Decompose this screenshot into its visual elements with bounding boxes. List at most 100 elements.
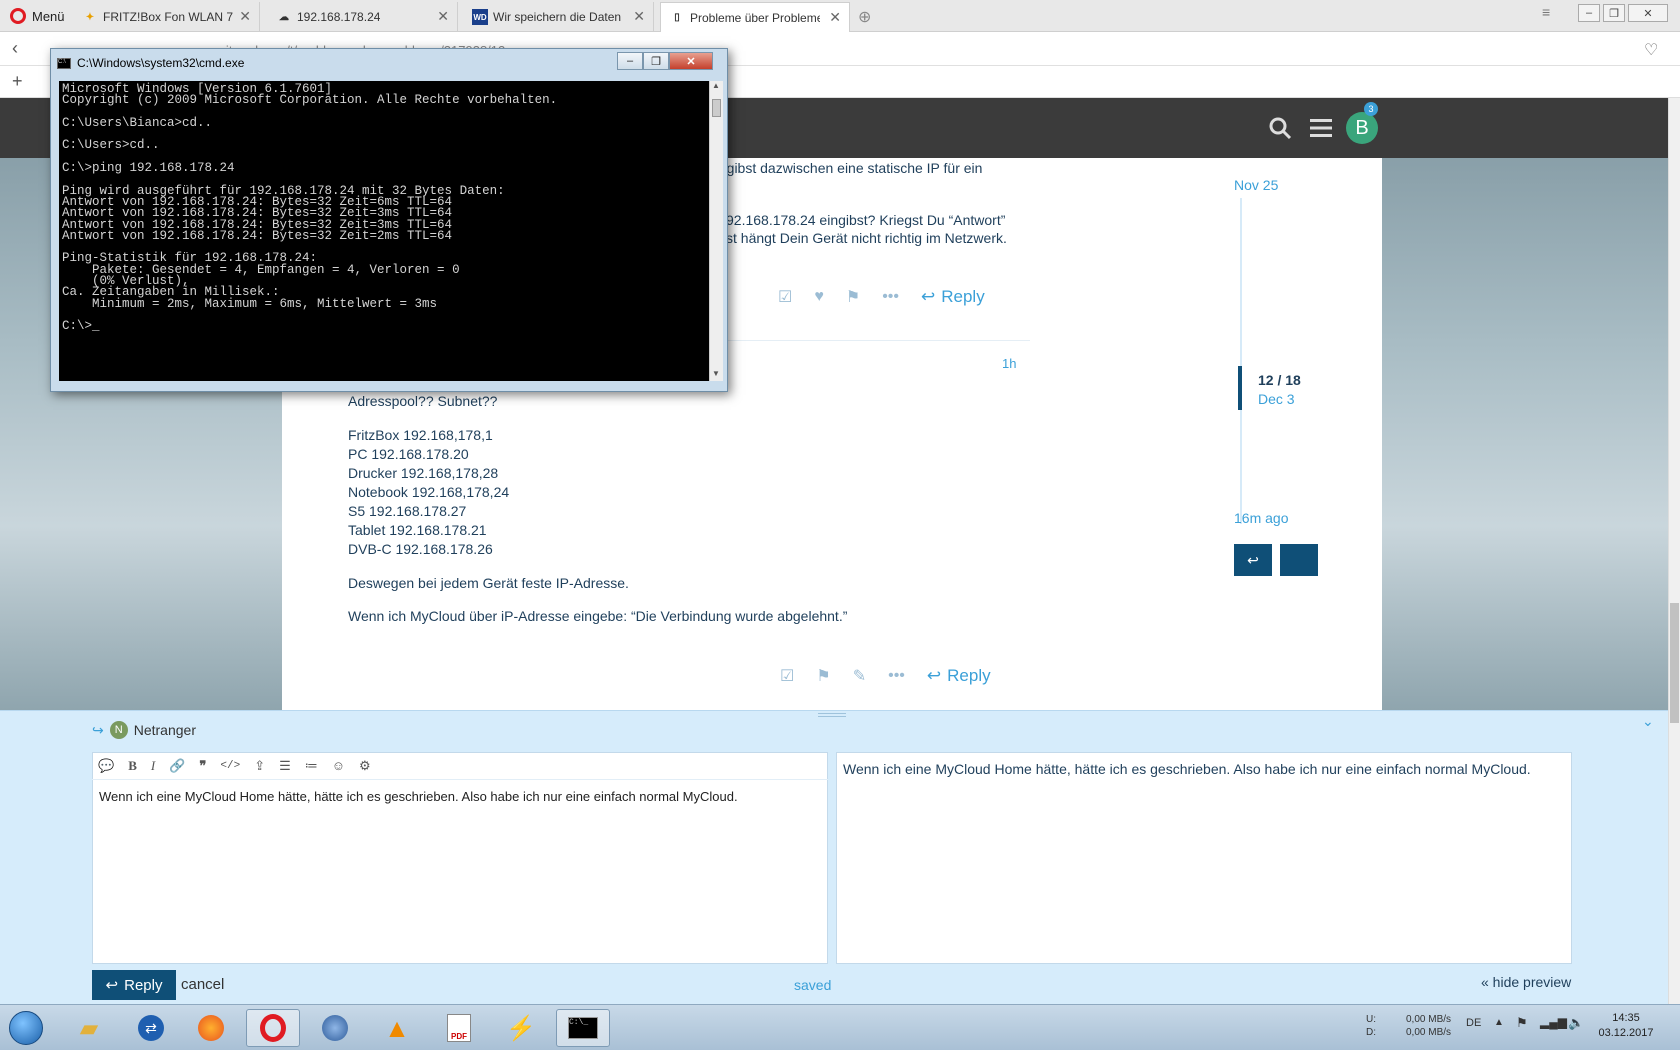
tab-probleme[interactable]: ▯ Probleme über Probleme - ✕: [660, 2, 850, 32]
network-signal-icon[interactable]: ▂▄▆: [1540, 1015, 1567, 1029]
new-tab-icon[interactable]: ⊕: [858, 7, 871, 27]
hide-preview-link[interactable]: « hide preview: [1481, 974, 1571, 990]
cmd-icon: C:\_: [568, 1017, 598, 1039]
link-icon[interactable]: 🔗: [169, 758, 185, 774]
post1-reply-button[interactable]: ↩ Reply: [921, 287, 985, 307]
taskbar-explorer[interactable]: ▰: [62, 1009, 116, 1047]
cmd-window[interactable]: C:\ C:\Windows\system32\cmd.exe – ❐ ✕ Mi…: [50, 48, 728, 392]
solution-icon[interactable]: ☑: [780, 666, 794, 686]
more-icon[interactable]: •••: [888, 667, 905, 685]
cmd-scrollbar[interactable]: ▲ ▼: [709, 81, 723, 381]
bold-icon[interactable]: B: [128, 758, 137, 774]
timeline-reply-button[interactable]: ↩: [1234, 544, 1272, 576]
cmd-maximize-button[interactable]: ❐: [643, 52, 669, 70]
tray-expand-icon[interactable]: ▲: [1494, 1017, 1504, 1028]
device-item: FritzBox 192.168,178,1: [348, 427, 493, 443]
save-status: saved: [794, 977, 832, 993]
flag-icon[interactable]: ⚑: [816, 666, 830, 686]
cmd-output[interactable]: Microsoft Windows [Version 6.1.7601] Copy…: [59, 81, 709, 381]
taskbar-teamviewer[interactable]: ⇄: [124, 1009, 178, 1047]
timeline-last-activity[interactable]: 16m ago: [1234, 510, 1288, 526]
device-item: PC 192.168.178.20: [348, 446, 469, 462]
device-item: DVB-C 192.168.178.26: [348, 541, 493, 557]
cmd-scroll-thumb[interactable]: [712, 99, 721, 117]
close-tab-icon[interactable]: ✕: [437, 8, 449, 25]
flag-icon[interactable]: ⚑: [846, 287, 860, 307]
tab-ip[interactable]: ☁ 192.168.178.24 ✕: [268, 2, 458, 32]
cmd-minimize-button[interactable]: –: [617, 52, 643, 70]
minimize-button[interactable]: –: [1578, 4, 1600, 22]
taskbar-thunderbird[interactable]: [308, 1009, 362, 1047]
user-avatar[interactable]: B: [1346, 112, 1378, 144]
device-item: Drucker 192.168,178,28: [348, 465, 499, 481]
folder-icon: ▰: [79, 1014, 99, 1042]
taskbar-pdf[interactable]: PDF: [432, 1009, 486, 1047]
blockquote-icon[interactable]: ❞: [199, 758, 206, 774]
page-icon: ▯: [674, 12, 680, 23]
emoji-icon[interactable]: ☺: [332, 758, 345, 773]
post2-actions: ☑ ⚑ ✎ ••• ↩ Reply: [780, 666, 991, 686]
editor-text[interactable]: Wenn ich eine MyCloud Home hätte, hätte …: [99, 789, 738, 804]
close-tab-icon[interactable]: ✕: [633, 8, 645, 25]
windows-taskbar: ▰ ⇄ ▲ PDF ⚡ C:\_ U: D: 0,00 MB/s 0,00 MB…: [0, 1004, 1680, 1050]
back-icon[interactable]: ‹: [12, 38, 18, 59]
close-window-button[interactable]: ✕: [1628, 4, 1668, 22]
solution-icon[interactable]: ☑: [778, 287, 792, 307]
editor-area[interactable]: Wenn ich eine MyCloud Home hätte, hätte …: [92, 752, 828, 964]
quote-reply-icon[interactable]: 💬: [98, 758, 114, 774]
tab-fritzbox[interactable]: ✦ FRITZ!Box Fon WLAN 736 ✕: [74, 2, 260, 32]
close-tab-icon[interactable]: ✕: [829, 9, 841, 26]
scroll-up-icon[interactable]: ▲: [712, 81, 720, 90]
close-tab-icon[interactable]: ✕: [239, 8, 251, 25]
cmd-close-button[interactable]: ✕: [669, 52, 713, 70]
cancel-link[interactable]: cancel: [181, 976, 224, 993]
like-icon[interactable]: ♥: [814, 288, 824, 306]
page-scrollbar[interactable]: [1668, 98, 1680, 1004]
preview-area: Wenn ich eine MyCloud Home hätte, hätte …: [836, 752, 1572, 964]
taskbar-vlc[interactable]: ▲: [370, 1009, 424, 1047]
taskbar-cmd[interactable]: C:\_: [556, 1009, 610, 1047]
cmd-line: C:\>ping 192.168.178.24: [62, 161, 235, 176]
tab-menu-icon[interactable]: ≡: [1542, 4, 1550, 20]
timeline-start-date[interactable]: Nov 25: [1234, 177, 1278, 193]
numbered-list-icon[interactable]: ≔: [305, 758, 318, 774]
volume-icon[interactable]: 🔈: [1568, 1015, 1584, 1031]
scrollbar-thumb[interactable]: [1670, 603, 1679, 723]
add-bookmark-icon[interactable]: +: [12, 71, 23, 92]
code-icon[interactable]: </>: [220, 760, 240, 772]
taskbar-tool[interactable]: ⚡: [494, 1009, 548, 1047]
clock[interactable]: 14:35 03.12.2017: [1598, 1011, 1654, 1041]
opera-menu-button[interactable]: Menü: [0, 0, 72, 32]
language-indicator[interactable]: DE: [1466, 1017, 1481, 1029]
start-button[interactable]: [0, 1009, 52, 1047]
action-center-flag-icon[interactable]: ⚑: [1516, 1015, 1528, 1031]
device-item: Notebook 192.168,178,24: [348, 484, 510, 500]
italic-icon[interactable]: I: [151, 758, 155, 774]
taskbar-firefox[interactable]: [184, 1009, 238, 1047]
scroll-down-icon[interactable]: ▼: [712, 369, 720, 378]
bullet-list-icon[interactable]: ☰: [279, 758, 291, 774]
hamburger-menu-icon[interactable]: [1310, 118, 1332, 138]
taskbar-opera[interactable]: [246, 1009, 300, 1047]
reply-to-user[interactable]: Netranger: [134, 722, 196, 738]
post2-para1: Deswegen bei jedem Gerät feste IP-Adress…: [348, 575, 629, 591]
cmd-title: C:\Windows\system32\cmd.exe: [77, 56, 245, 70]
maximize-button[interactable]: ❐: [1603, 4, 1625, 22]
composer-grip[interactable]: [818, 713, 846, 717]
reply-arrow-icon: ↩: [105, 977, 119, 994]
clock-time: 14:35: [1612, 1012, 1640, 1024]
timeline-handle[interactable]: [1238, 366, 1242, 410]
edit-icon[interactable]: ✎: [853, 666, 866, 686]
search-icon[interactable]: [1268, 116, 1292, 140]
collapse-composer-icon[interactable]: ⌄: [1642, 713, 1654, 730]
post2-age: 1h: [1002, 356, 1017, 371]
tab-wd[interactable]: WD Wir speichern die Daten d ✕: [464, 2, 654, 32]
post2-reply-button[interactable]: ↩ Reply: [927, 666, 991, 686]
options-gear-icon[interactable]: ⚙: [359, 758, 371, 774]
device-item: Tablet 192.168.178.21: [348, 522, 487, 538]
more-icon[interactable]: •••: [882, 288, 899, 306]
timeline-bookmark-button[interactable]: [1280, 544, 1318, 576]
upload-icon[interactable]: ⇪: [254, 758, 265, 774]
opera-logo-icon: [10, 8, 26, 24]
submit-reply-button[interactable]: ↩ Reply: [92, 970, 176, 1000]
